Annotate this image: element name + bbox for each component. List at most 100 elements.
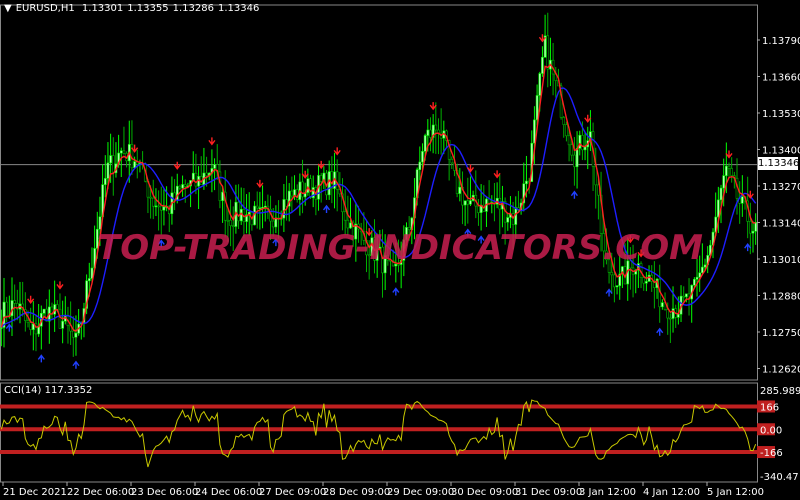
candle-body <box>319 175 323 182</box>
candle-body <box>703 264 707 268</box>
sell-arrow-icon <box>27 295 35 304</box>
candle-body <box>282 199 286 219</box>
candle-body <box>13 300 16 304</box>
current-price-label: 1.13346 <box>758 157 800 170</box>
candle-body <box>346 219 350 229</box>
candle-body <box>581 134 584 151</box>
price-tick-label: 1.13010 <box>762 255 800 266</box>
sell-arrow-icon <box>493 170 501 179</box>
cci-line <box>0 399 757 468</box>
candle-body <box>423 135 427 152</box>
time-tick-label: 30 Dec 09:00 <box>451 487 518 498</box>
candle-body <box>565 124 568 137</box>
buy-arrow-icon <box>656 327 664 336</box>
candle-body <box>429 129 432 138</box>
candle-body <box>349 222 352 229</box>
high-value: 1.13355 <box>127 3 169 14</box>
sell-arrow-icon <box>746 190 754 199</box>
chart-header: ▼ EURUSD,H1 1.13301 1.13355 1.13286 1.13346 <box>4 3 263 14</box>
candle-body <box>463 200 467 206</box>
candle-body <box>583 146 587 151</box>
buy-arrow-icon <box>272 237 280 247</box>
time-tick-label: 28 Dec 09:00 <box>323 487 390 498</box>
candle-body <box>397 263 400 266</box>
candle-body <box>693 279 696 286</box>
candle-body <box>727 165 731 169</box>
candle-body <box>575 148 579 168</box>
time-tick-label: 4 Jan 12:00 <box>643 487 700 498</box>
time-tick-label: 27 Dec 09:00 <box>259 487 326 498</box>
candle-body <box>226 219 230 222</box>
candle-body <box>629 260 632 269</box>
candle-body <box>87 278 91 282</box>
candle-body <box>421 151 424 163</box>
chart-canvas[interactable]: 1.13790 1.13660 1.13530 1.13400 1.13270 1.131… <box>0 0 800 500</box>
candle-body <box>74 332 78 338</box>
time-tick-label: 22 Dec 06:00 <box>67 487 134 498</box>
time-tick-label: 21 Dec 2021 <box>3 487 67 498</box>
candle-body <box>335 171 339 190</box>
open-value: 1.13301 <box>81 3 124 14</box>
candle-body <box>301 181 304 198</box>
sell-arrow-icon <box>301 170 309 179</box>
price-tick-label: 1.12620 <box>762 365 800 376</box>
candle-body <box>642 277 646 284</box>
candle-body <box>426 129 430 136</box>
candle-body <box>181 184 184 189</box>
sell-arrow-icon <box>725 150 733 159</box>
candle-body <box>194 172 198 187</box>
candle-body <box>725 165 728 176</box>
candle-body <box>111 155 115 174</box>
buy-arrow-icon <box>392 287 400 296</box>
candle-body <box>394 263 398 267</box>
buy-arrow-icon <box>464 228 472 237</box>
candle-body <box>56 304 59 310</box>
slow-ma-line <box>0 87 757 328</box>
candle-body <box>29 322 32 330</box>
price-tick-label: 1.13790 <box>762 36 800 47</box>
sell-arrow-icon <box>173 161 181 170</box>
candle-body <box>645 281 648 284</box>
candle-body <box>151 197 155 207</box>
candle-body <box>701 266 704 274</box>
dropdown-triangle-icon[interactable]: ▼ <box>4 3 12 14</box>
candle-body <box>149 196 152 199</box>
candle-body <box>381 246 384 274</box>
buy-arrow-icon <box>72 360 80 369</box>
candle-body <box>95 228 99 249</box>
candle-body <box>677 313 680 318</box>
candle-body <box>682 295 685 298</box>
candle-body <box>58 308 62 329</box>
candle-body <box>615 285 619 288</box>
candle-body <box>157 205 160 208</box>
candle-body <box>525 180 528 185</box>
cci-label: CCI(14) 117.3352 <box>4 385 93 396</box>
price-tick-label: 1.13270 <box>762 182 800 193</box>
candle-body <box>162 206 166 211</box>
cci-tick-label: 0.00 <box>760 425 782 436</box>
candle-body <box>434 124 438 131</box>
candle-body <box>213 164 216 169</box>
candle-body <box>133 161 136 169</box>
candle-body <box>119 150 123 154</box>
sell-arrow-icon <box>429 102 437 111</box>
fast-ma-line <box>0 63 756 333</box>
candle-body <box>602 233 606 252</box>
candle-body <box>538 73 542 96</box>
candle-body <box>666 309 670 319</box>
candle-body <box>103 178 107 185</box>
candle-body <box>5 301 8 317</box>
candle-body <box>562 117 566 125</box>
candle-body <box>570 144 574 156</box>
buy-arrow-icon <box>605 288 613 297</box>
candle-body <box>605 250 608 261</box>
candle-body <box>271 220 275 228</box>
sell-arrow-icon <box>584 114 592 123</box>
cci-tick-label: 166 <box>760 402 779 413</box>
candle-body <box>61 320 64 329</box>
candle-body <box>613 274 616 288</box>
chart-window[interactable]: 1.13790 1.13660 1.13530 1.13400 1.13270 1.131… <box>0 0 800 500</box>
cci-tick-label: -166 <box>760 448 783 459</box>
candle-body <box>72 330 75 338</box>
price-tick-label: 1.13400 <box>762 146 800 157</box>
